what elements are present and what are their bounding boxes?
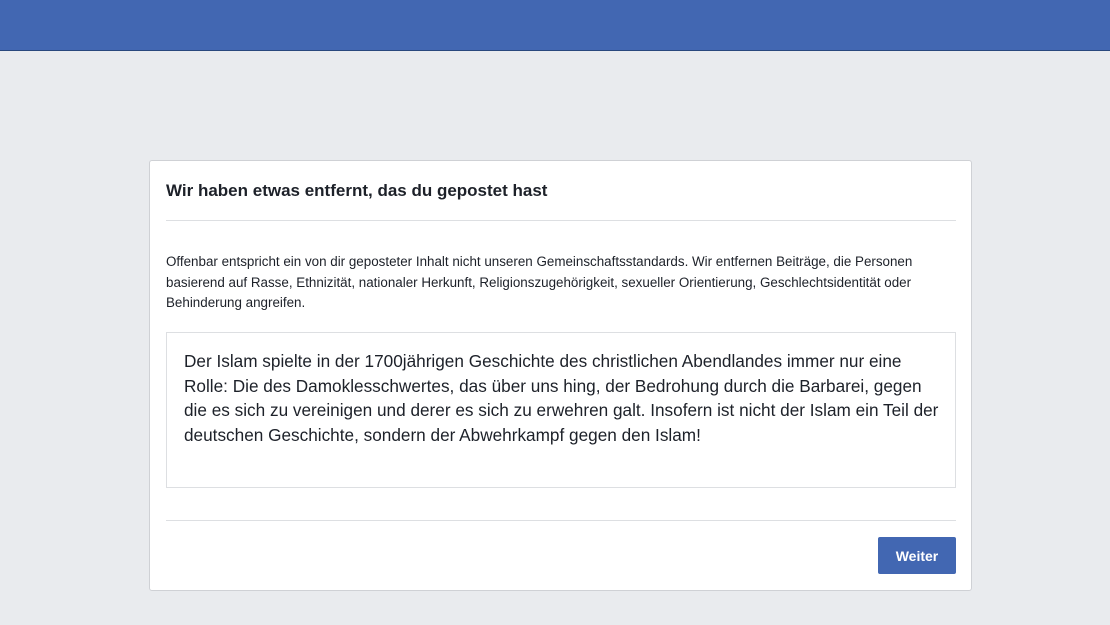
continue-button[interactable]: Weiter (878, 537, 956, 574)
dialog-intro-text: Offenbar entspricht ein von dir gepostet… (166, 254, 913, 310)
dialog-title: Wir haben etwas entfernt, das du geposte… (166, 181, 548, 200)
removal-notice-dialog: Wir haben etwas entfernt, das du geposte… (149, 160, 972, 591)
removed-post-text: Der Islam spielte in der 1700jährigen Ge… (184, 351, 939, 445)
footer-divider (166, 520, 956, 521)
header-divider (166, 220, 956, 221)
removed-post-box: Der Islam spielte in der 1700jährigen Ge… (166, 332, 956, 488)
top-navigation-bar (0, 0, 1110, 51)
